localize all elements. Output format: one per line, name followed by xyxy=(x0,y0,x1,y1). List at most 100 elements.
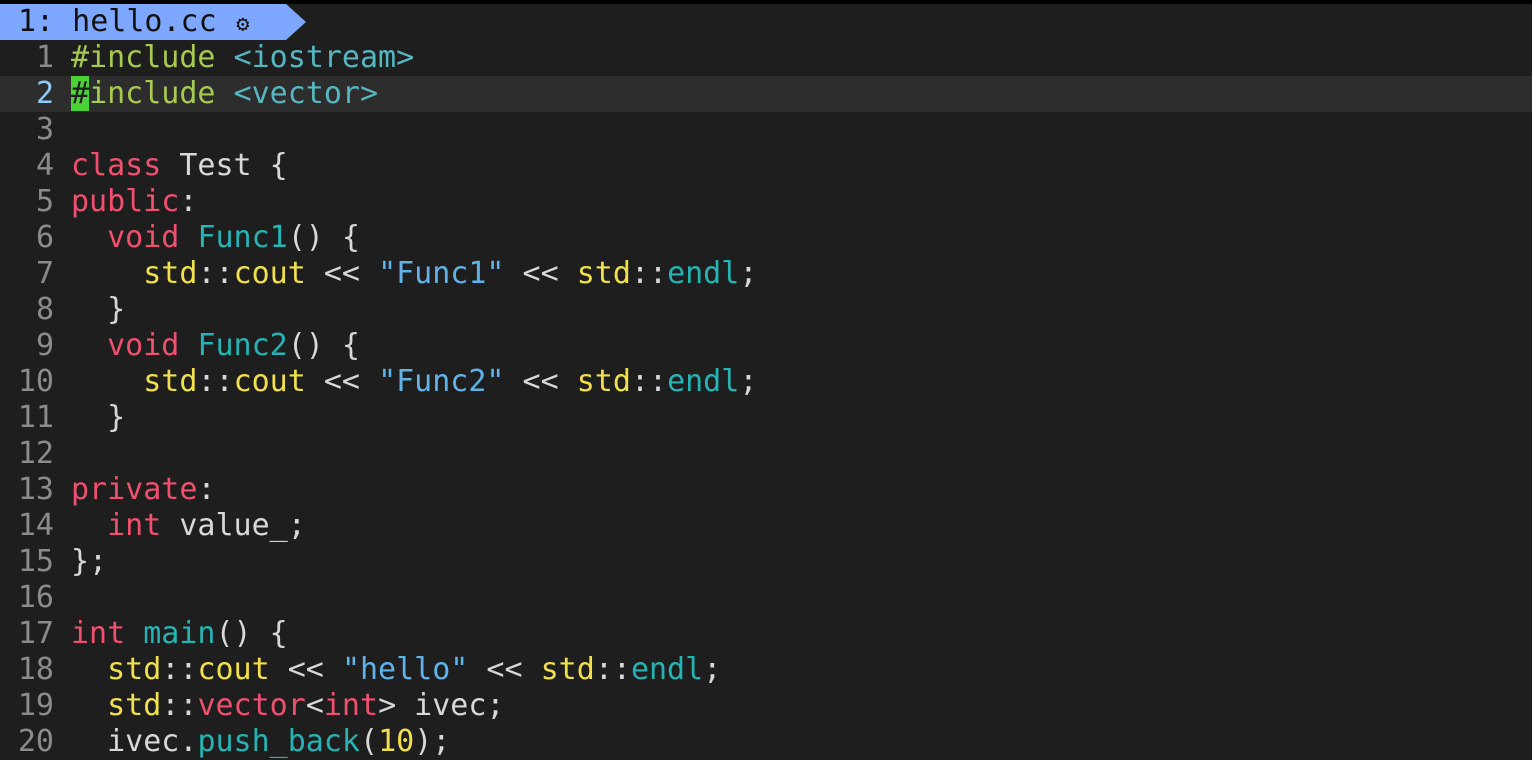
code-line[interactable]: 11 } xyxy=(0,400,1532,436)
line-content: #include <iostream> xyxy=(71,40,414,76)
code-token: :: xyxy=(630,256,668,291)
code-line[interactable]: 4 class Test { xyxy=(0,148,1532,184)
code-token: int xyxy=(107,508,162,543)
code-token: << xyxy=(468,652,541,687)
code-token: "Func2" xyxy=(378,364,505,399)
line-number: 17 xyxy=(17,616,54,651)
line-number: 12 xyxy=(17,436,54,471)
code-line[interactable]: 14 int value_; xyxy=(0,508,1532,544)
code-line[interactable]: 5 public: xyxy=(0,184,1532,220)
code-token: class xyxy=(71,148,162,183)
code-line[interactable]: 2 #include <vector> xyxy=(0,76,1532,112)
code-token: std xyxy=(540,652,595,687)
code-line[interactable]: 13 private: xyxy=(0,472,1532,508)
code-token: std xyxy=(107,688,162,723)
code-token: endl xyxy=(667,364,740,399)
code-line[interactable]: 17 int main() { xyxy=(0,616,1532,652)
code-line[interactable]: 1 #include <iostream> xyxy=(0,40,1532,76)
line-number: 14 xyxy=(17,508,54,543)
code-token: "hello" xyxy=(341,652,469,687)
line-content: std::cout << "Func1" << std::endl; xyxy=(71,256,757,292)
code-token: public xyxy=(71,184,180,219)
code-token: void xyxy=(107,328,180,363)
code-token: endl xyxy=(630,652,704,687)
line-number: 18 xyxy=(17,652,54,687)
code-line[interactable]: 16 xyxy=(0,580,1532,616)
code-token: << xyxy=(305,256,379,291)
buffer-tabline: 1: hello.cc ⚙ xyxy=(0,4,1532,40)
code-token: Func1 xyxy=(197,220,288,255)
line-content: void Func2() { xyxy=(71,328,360,364)
code-token: << xyxy=(504,364,577,399)
code-line[interactable]: 6 void Func1() { xyxy=(0,220,1532,256)
line-number: 6 xyxy=(35,220,54,255)
code-line[interactable]: 12 xyxy=(0,436,1532,472)
code-line[interactable]: 8 } xyxy=(0,292,1532,328)
code-token: std xyxy=(576,256,631,291)
tab-label: 1: hello.cc xyxy=(18,4,217,39)
code-token: () { xyxy=(287,220,360,255)
line-content: int main() { xyxy=(71,616,288,652)
code-token: vector xyxy=(197,688,306,723)
code-token: int xyxy=(323,688,379,723)
code-token: value_; xyxy=(161,508,306,543)
line-content: std::cout << "Func2" << std::endl; xyxy=(71,364,757,400)
code-token: void xyxy=(107,220,180,255)
line-number: 3 xyxy=(35,112,54,147)
code-token: push_back xyxy=(197,724,360,759)
code-token: :: xyxy=(197,364,234,399)
code-token: } xyxy=(71,292,126,327)
code-token: <iostream> xyxy=(233,40,415,75)
code-token: std xyxy=(143,256,198,291)
code-line[interactable]: 3 xyxy=(0,112,1532,148)
code-token: std xyxy=(107,652,162,687)
code-token: int xyxy=(71,616,126,651)
line-number: 4 xyxy=(35,148,54,183)
code-token: <vector> xyxy=(233,76,379,111)
code-token: endl xyxy=(667,256,740,291)
code-line[interactable]: 15}; xyxy=(0,544,1532,580)
line-content: private: xyxy=(71,472,216,508)
line-content: std::vector<int> ivec; xyxy=(71,688,505,724)
code-token: include xyxy=(89,76,216,111)
code-token: << xyxy=(269,652,342,687)
code-token: #include xyxy=(71,40,216,75)
code-token: ; xyxy=(703,652,722,687)
code-token: > ivec; xyxy=(378,688,505,723)
text-cursor: # xyxy=(71,76,90,111)
code-line[interactable]: 18 std::cout << "hello" << std::endl; xyxy=(0,652,1532,688)
line-number: 1 xyxy=(35,40,54,75)
tab-hello-cc[interactable]: 1: hello.cc ⚙ xyxy=(0,4,306,40)
code-token: std xyxy=(576,364,631,399)
line-content: void Func1() { xyxy=(71,220,360,256)
code-token: private xyxy=(71,472,198,507)
code-token: ); xyxy=(414,724,451,759)
code-token: ; xyxy=(739,364,758,399)
code-line[interactable]: 19 std::vector<int> ivec; xyxy=(0,688,1532,724)
code-token: :: xyxy=(630,364,668,399)
cplusplus-icon: ⚙ xyxy=(236,12,250,37)
code-token: ; xyxy=(739,256,758,291)
code-line[interactable]: 10 std::cout << "Func2" << std::endl; xyxy=(0,364,1532,400)
code-token: main xyxy=(143,616,216,651)
line-number: 2 xyxy=(35,76,54,111)
code-token: cout xyxy=(197,652,270,687)
line-number: 7 xyxy=(35,256,54,291)
code-editor[interactable]: 1 #include <iostream> 2 #include <vector> 3 4… xyxy=(0,40,1532,760)
code-line[interactable]: 9 void Func2() { xyxy=(0,328,1532,364)
line-number: 8 xyxy=(35,292,54,327)
code-token: 10 xyxy=(378,724,415,759)
line-content: }; xyxy=(71,544,107,580)
line-content: int value_; xyxy=(71,508,306,544)
line-content: } xyxy=(71,292,125,328)
line-number: 16 xyxy=(17,580,54,615)
code-line[interactable]: 7 std::cout << "Func1" << std::endl; xyxy=(0,256,1532,292)
